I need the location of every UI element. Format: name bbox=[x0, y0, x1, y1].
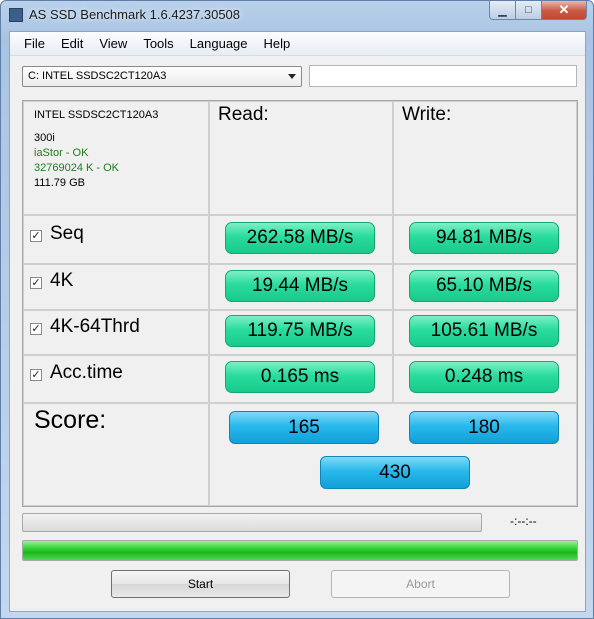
acctime-read-result: 0.165 ms bbox=[225, 361, 375, 393]
results-grid: INTEL SSDSC2CT120A3 300i iaStor - OK 327… bbox=[22, 100, 578, 507]
menu-help[interactable]: Help bbox=[256, 36, 299, 51]
score-area: 165 180 430 bbox=[209, 403, 577, 506]
4k64-write-cell: 105.61 MB/s bbox=[393, 310, 577, 355]
title-bar: AS SSD Benchmark 1.6.4237.30508 ▁ □ ✕ bbox=[1, 1, 593, 29]
score-read: 165 bbox=[229, 411, 379, 444]
acctime-label: Acc.time bbox=[50, 362, 123, 383]
score-label: Score: bbox=[23, 403, 209, 506]
alignment-status: 32769024 K - OK bbox=[34, 162, 120, 174]
close-button[interactable]: ✕ bbox=[542, 1, 587, 20]
overall-progress-fill bbox=[23, 541, 577, 560]
seq-write-cell: 94.81 MB/s bbox=[393, 215, 577, 264]
acctime-read-cell: 0.165 ms bbox=[209, 355, 393, 403]
4k-write-result: 65.10 MB/s bbox=[409, 270, 559, 302]
row-4k64-label: ✓ 4K-64Thrd bbox=[23, 310, 209, 355]
minimize-icon: ▁ bbox=[498, 4, 507, 17]
seq-label: Seq bbox=[50, 222, 84, 244]
4k64-read-result: 119.75 MB/s bbox=[225, 315, 375, 347]
seq-read-result: 262.58 MB/s bbox=[225, 222, 375, 254]
menu-view[interactable]: View bbox=[91, 36, 135, 51]
info-textbox[interactable] bbox=[309, 65, 577, 87]
seq-checkbox[interactable]: ✓ bbox=[30, 229, 42, 242]
menu-edit[interactable]: Edit bbox=[53, 36, 91, 51]
firmware-version: 300i bbox=[34, 132, 55, 144]
maximize-icon: □ bbox=[525, 4, 532, 16]
4k64-write-result: 105.61 MB/s bbox=[409, 315, 559, 347]
menu-bar: File Edit View Tools Language Help bbox=[10, 32, 585, 56]
start-button[interactable]: Start bbox=[111, 570, 290, 598]
menu-language[interactable]: Language bbox=[182, 36, 256, 51]
menu-tools[interactable]: Tools bbox=[135, 36, 181, 51]
drive-model: INTEL SSDSC2CT120A3 bbox=[34, 109, 159, 121]
acctime-write-cell: 0.248 ms bbox=[393, 355, 577, 403]
window-title: AS SSD Benchmark 1.6.4237.30508 bbox=[29, 7, 241, 22]
overall-progress-bar bbox=[22, 540, 578, 561]
write-header: Write: bbox=[393, 101, 577, 215]
app-icon bbox=[9, 8, 23, 22]
row-4k-label: ✓ 4K bbox=[23, 264, 209, 310]
4k64-checkbox[interactable]: ✓ bbox=[30, 322, 42, 335]
acctime-checkbox[interactable]: ✓ bbox=[30, 369, 42, 381]
4k64-label: 4K-64Thrd bbox=[50, 315, 140, 337]
seq-read-cell: 262.58 MB/s bbox=[209, 215, 393, 264]
app-window: AS SSD Benchmark 1.6.4237.30508 ▁ □ ✕ Fi… bbox=[0, 0, 594, 619]
read-header: Read: bbox=[209, 101, 393, 215]
minimize-button[interactable]: ▁ bbox=[489, 1, 516, 20]
chevron-down-icon bbox=[288, 74, 296, 79]
caption-buttons: ▁ □ ✕ bbox=[489, 1, 587, 20]
close-icon: ✕ bbox=[558, 2, 570, 17]
score-write: 180 bbox=[409, 411, 559, 444]
4k-write-cell: 65.10 MB/s bbox=[393, 264, 577, 310]
menu-file[interactable]: File bbox=[16, 36, 53, 51]
maximize-button[interactable]: □ bbox=[516, 1, 542, 20]
elapsed-time: -:--:-- bbox=[510, 514, 537, 528]
drive-capacity: 111.79 GB bbox=[34, 177, 85, 189]
4k64-read-cell: 119.75 MB/s bbox=[209, 310, 393, 355]
4k-label: 4K bbox=[50, 270, 74, 291]
drive-select[interactable]: C: INTEL SSDSC2CT120A3 bbox=[22, 66, 302, 87]
4k-read-cell: 19.44 MB/s bbox=[209, 264, 393, 310]
test-progress-bar bbox=[22, 513, 482, 532]
row-acctime-label: ✓ Acc.time bbox=[23, 355, 209, 403]
acctime-write-result: 0.248 ms bbox=[409, 361, 559, 393]
driver-status: iaStor - OK bbox=[34, 147, 89, 159]
client-area: File Edit View Tools Language Help C: IN… bbox=[9, 31, 586, 612]
4k-checkbox[interactable]: ✓ bbox=[30, 277, 42, 289]
drive-select-value: C: INTEL SSDSC2CT120A3 bbox=[28, 70, 167, 82]
seq-write-result: 94.81 MB/s bbox=[409, 222, 559, 254]
score-total: 430 bbox=[320, 456, 470, 489]
drive-info-panel: INTEL SSDSC2CT120A3 300i iaStor - OK 327… bbox=[23, 101, 209, 215]
row-seq-label: ✓ Seq bbox=[23, 215, 209, 264]
abort-button[interactable]: Abort bbox=[331, 570, 510, 598]
4k-read-result: 19.44 MB/s bbox=[225, 270, 375, 302]
